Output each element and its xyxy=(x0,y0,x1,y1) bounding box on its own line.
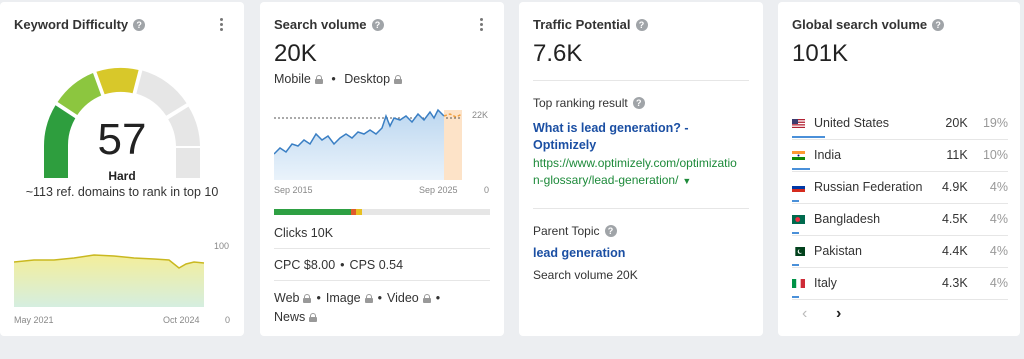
search-volume-card: Search volume ? 20K Mobile • Desktop 22K… xyxy=(260,2,504,336)
sv-clicks: Clicks 10K xyxy=(274,226,334,240)
dropdown-caret-icon[interactable]: ▼ xyxy=(682,176,691,186)
kd-history-area xyxy=(14,255,204,307)
table-row[interactable]: Italy 4.3K 4% xyxy=(792,267,1008,300)
lock-icon xyxy=(422,294,431,303)
help-icon[interactable]: ? xyxy=(371,18,384,31)
russia-flag-icon xyxy=(792,183,805,193)
prev-page-icon[interactable]: ‹ xyxy=(802,305,807,323)
parent-topic-label: Parent Topic? xyxy=(533,224,617,238)
lock-icon xyxy=(364,294,373,303)
share-bar xyxy=(792,199,799,202)
share-bar xyxy=(792,135,825,138)
divider xyxy=(533,208,749,209)
italy-flag-icon xyxy=(792,279,805,289)
kd-chart-max-label: 100 xyxy=(214,241,230,251)
next-page-icon[interactable]: › xyxy=(836,305,841,323)
table-row[interactable]: Pakistan 4.4K 4% xyxy=(792,235,1008,268)
bangladesh-flag-icon xyxy=(792,215,805,225)
share-bar xyxy=(792,263,799,266)
sv-serp-features: Web • Image • Video • News xyxy=(274,291,441,324)
more-options-icon[interactable] xyxy=(480,18,484,32)
help-icon[interactable]: ? xyxy=(604,225,617,237)
parent-topic-link[interactable]: lead generation xyxy=(533,246,625,260)
divider xyxy=(533,80,749,81)
share-bar xyxy=(792,167,810,170)
keyword-difficulty-card: Keyword Difficulty ? 57 Hard ~113 ref. d… xyxy=(0,2,244,336)
help-icon[interactable]: ? xyxy=(632,97,645,109)
lock-icon xyxy=(309,313,318,322)
gsv-value: 101K xyxy=(792,40,849,67)
sv-x-end-label: Sep 2025 xyxy=(419,185,458,195)
tp-title: Traffic Potential ? xyxy=(533,17,648,32)
us-flag-icon xyxy=(792,118,805,128)
kd-history-chart xyxy=(14,254,205,307)
top-ranking-label: Top ranking result? xyxy=(533,96,645,110)
sv-x-start-label: Sep 2015 xyxy=(274,185,313,195)
divider xyxy=(274,280,490,281)
help-icon[interactable]: ? xyxy=(635,18,648,31)
global-search-volume-card: Global search volume ? 101K United State… xyxy=(778,2,1020,336)
gauge-segment-yellow xyxy=(96,67,139,95)
top-result-title-link[interactable]: What is lead generation? - Optimizely xyxy=(533,120,689,154)
sv-title: Search volume ? xyxy=(274,17,384,32)
forecast-region xyxy=(444,110,462,180)
sv-devices: Mobile • Desktop xyxy=(274,72,403,86)
kd-title: Keyword Difficulty ? xyxy=(14,17,146,32)
table-row[interactable]: United States 20K 19% xyxy=(792,107,1008,140)
kd-subtitle: ~113 ref. domains to rank in top 10 xyxy=(25,185,219,199)
kd-score: 57 xyxy=(97,115,147,164)
clicks-distribution-bar xyxy=(274,209,490,215)
india-flag-icon xyxy=(792,151,805,161)
search-volume-chart xyxy=(274,108,463,180)
table-row[interactable]: Russian Federation 4.9K 4% xyxy=(792,171,1008,204)
sv-y-max-label: 22K xyxy=(472,110,489,120)
other-clicks-segment xyxy=(356,209,362,215)
lock-icon xyxy=(314,75,323,84)
share-bar xyxy=(792,295,799,298)
kd-chart-start-label: May 2021 xyxy=(14,315,54,325)
kd-chart-end-label: Oct 2024 xyxy=(163,315,200,325)
kd-chart-min-label: 0 xyxy=(225,315,231,325)
gauge-segment-grey-1 xyxy=(136,70,187,116)
more-options-icon[interactable] xyxy=(220,18,224,32)
help-icon[interactable]: ? xyxy=(932,18,945,31)
table-row[interactable]: Bangladesh 4.5K 4% xyxy=(792,203,1008,236)
sv-value: 20K xyxy=(274,40,317,67)
lock-icon xyxy=(303,294,312,303)
lock-icon xyxy=(394,75,403,84)
table-row[interactable]: India 11K 10% xyxy=(792,139,1008,172)
share-bar xyxy=(792,231,799,234)
gsv-title: Global search volume ? xyxy=(792,17,945,32)
country-volume-table: United States 20K 19% India 11K 10% Russ… xyxy=(792,107,1008,300)
tp-value: 7.6K xyxy=(533,40,583,67)
sv-cpc-cps: CPC $8.00 • CPS 0.54 xyxy=(274,258,404,272)
traffic-potential-card: Traffic Potential ? 7.6K Top ranking res… xyxy=(519,2,763,336)
help-icon[interactable]: ? xyxy=(133,18,146,31)
parent-topic-volume: Search volume 20K xyxy=(533,268,638,282)
gauge-segment-green xyxy=(57,73,102,115)
divider xyxy=(274,248,490,249)
sv-y-min-label: 0 xyxy=(484,185,490,195)
kd-label: Hard xyxy=(108,169,136,183)
organic-clicks-segment xyxy=(274,209,351,215)
top-result-url-link[interactable]: https://www.optimizely.com/optimizatio n-… xyxy=(533,155,737,190)
pakistan-flag-icon xyxy=(792,247,805,257)
